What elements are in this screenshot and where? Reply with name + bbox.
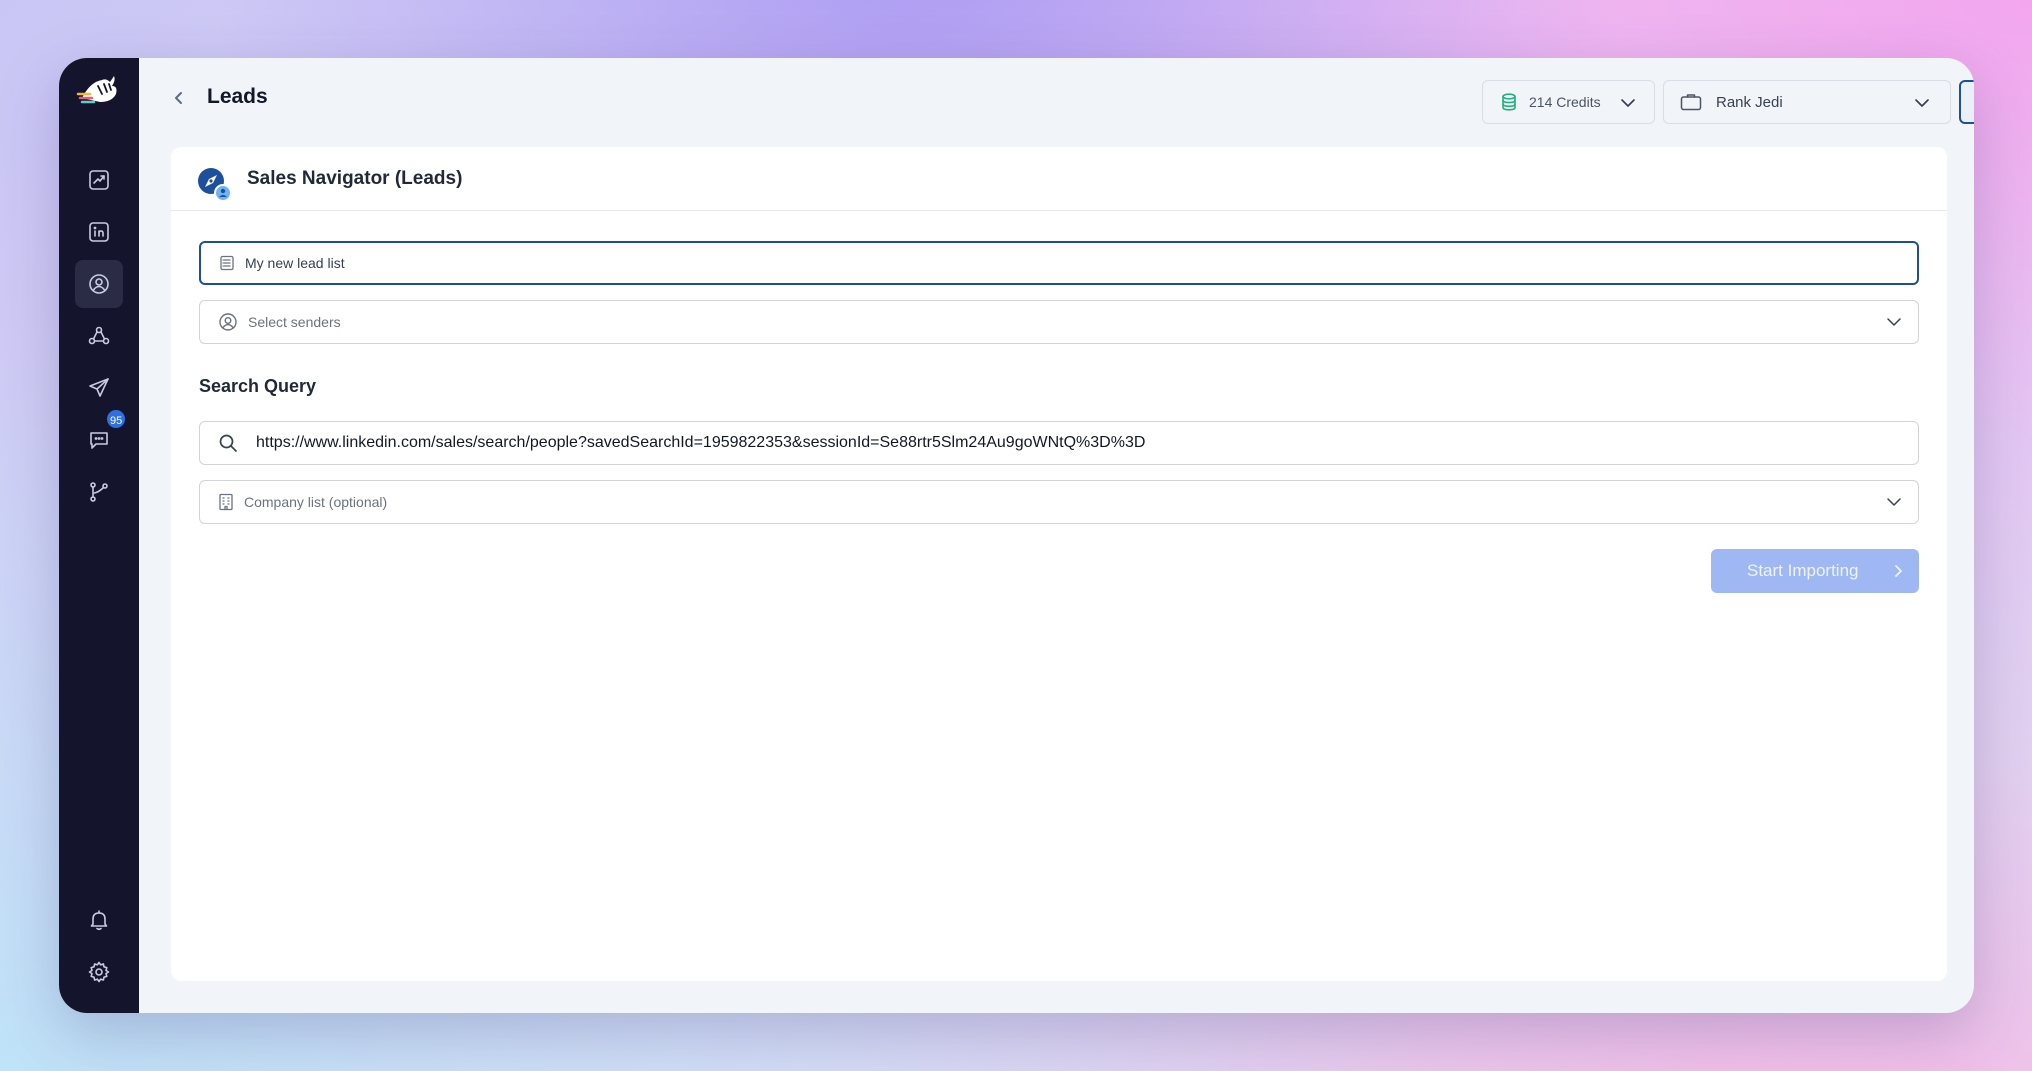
top-bar: Leads 214 Credits Rank Jedi [139, 58, 1974, 146]
company-list-placeholder: Company list (optional) [244, 494, 388, 510]
chevron-down-icon [1887, 498, 1901, 506]
back-button[interactable] [167, 86, 191, 110]
search-icon [219, 434, 237, 452]
chevron-down-icon [1887, 318, 1901, 326]
user-circle-icon [219, 313, 237, 331]
list-name-value: My new lead list [245, 255, 345, 271]
workflow-icon [90, 482, 108, 502]
company-list-select[interactable]: Company list (optional) [199, 480, 1919, 524]
search-url-input[interactable]: https://www.linkedin.com/sales/search/pe… [199, 421, 1919, 465]
workspace-label: Rank Jedi [1716, 93, 1783, 111]
card-header: Sales Navigator (Leads) [171, 147, 1947, 211]
credits-dropdown[interactable]: 214 Credits [1482, 80, 1655, 124]
card-title: Sales Navigator (Leads) [247, 168, 463, 189]
user-circle-icon [89, 274, 109, 294]
list-name-field[interactable]: My new lead list [199, 241, 1919, 285]
chevron-down-icon [1915, 99, 1929, 107]
chat-icon [90, 432, 108, 449]
briefcase-icon [1680, 94, 1702, 111]
chart-line-icon [89, 170, 109, 190]
nav-network[interactable] [75, 312, 123, 360]
chevron-down-icon [1621, 99, 1635, 107]
main-content: Leads 214 Credits Rank Jedi Sales Naviga… [139, 58, 1974, 1013]
page-title: Leads [207, 85, 268, 108]
search-url-value: https://www.linkedin.com/sales/search/pe… [256, 434, 1146, 451]
logo-icon[interactable] [76, 72, 122, 112]
database-icon [1502, 93, 1516, 111]
app-window: 95 Leads 214 Credits Rank Jedi Sales Nav… [59, 58, 1974, 1013]
sidebar: 95 [59, 58, 139, 1013]
nav-linkedin[interactable] [75, 208, 123, 256]
nav-notifications[interactable] [75, 896, 123, 944]
nav-campaigns[interactable] [75, 364, 123, 412]
credits-label: 214 Credits [1529, 94, 1601, 110]
linkedin-icon [89, 222, 109, 242]
import-card: Sales Navigator (Leads) My new lead list… [171, 147, 1947, 981]
sales-navigator-icon [198, 168, 232, 202]
start-importing-button[interactable]: Start Importing [1711, 549, 1919, 593]
senders-placeholder: Select senders [248, 314, 341, 330]
network-icon [88, 326, 110, 345]
chevron-left-icon [175, 92, 182, 104]
senders-select[interactable]: Select senders [199, 300, 1919, 344]
nav-workflows[interactable] [75, 468, 123, 516]
nav-analytics[interactable] [75, 156, 123, 204]
list-icon [220, 255, 234, 271]
nav-inbox[interactable]: 95 [75, 408, 128, 464]
workspace-dropdown[interactable]: Rank Jedi [1663, 80, 1951, 124]
section-title: Search Query [199, 376, 317, 396]
unread-badge: 95 [105, 408, 128, 430]
gear-icon [88, 961, 110, 983]
security-button[interactable] [1959, 80, 1974, 124]
send-icon [89, 378, 109, 397]
start-importing-label: Start Importing [1747, 561, 1859, 580]
nav-leads[interactable] [75, 260, 123, 308]
nav-settings[interactable] [75, 948, 123, 996]
chevron-right-icon [1895, 565, 1902, 577]
bell-icon [90, 910, 108, 931]
building-icon [219, 493, 233, 511]
